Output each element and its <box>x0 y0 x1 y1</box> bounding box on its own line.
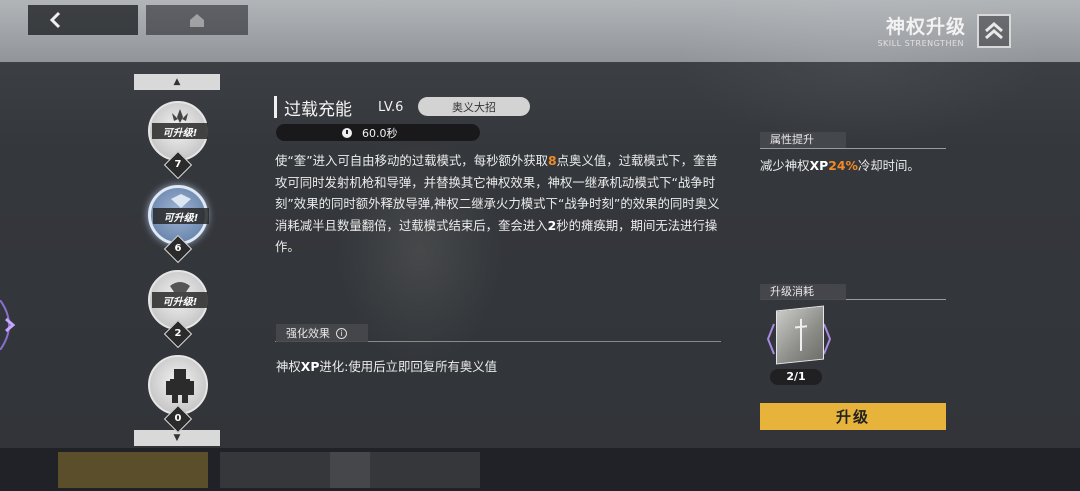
attribute-label: 属性提升 <box>760 132 846 148</box>
upgradable-tag: 可升级! <box>152 292 208 308</box>
skill-description: 使“奎”进入可自由移动的过载模式，每秒额外获取8点奥义值，过载模式下，奎普攻可同… <box>275 153 720 254</box>
cooldown-value: 60.0秒 <box>362 126 398 140</box>
enhancement-text: 神权XP进化:使用后立即回复所有奥义值 <box>276 359 498 374</box>
divider <box>760 148 946 149</box>
cost-item[interactable] <box>766 305 832 368</box>
cooldown-pill: 60.0秒 <box>276 124 480 141</box>
bold-number: 2 <box>547 217 557 233</box>
triangle-down-icon: ▼ <box>173 433 181 443</box>
upgradable-tag: 可升级! <box>152 123 208 139</box>
skill-name: 过载充能 <box>284 100 352 120</box>
bottom-tab-1[interactable] <box>58 452 208 488</box>
sword-emblem-icon <box>795 318 807 351</box>
shield-emblem-icon <box>171 194 191 208</box>
skill-level: LV.6 <box>378 100 404 115</box>
clock-icon <box>342 127 352 138</box>
bottom-tab-3[interactable] <box>330 452 480 488</box>
chevron-left-icon <box>49 11 61 29</box>
upgradable-tag: 可升级! <box>153 208 209 224</box>
scroll-up-button[interactable]: ▲ <box>134 74 220 90</box>
highlight-number: 8 <box>548 153 557 168</box>
skill-node-2[interactable]: 可升级! 6 <box>148 185 209 264</box>
triangle-up-icon: ▲ <box>173 77 181 87</box>
page-subtitle: SKILL STRENGTHEN <box>877 39 964 48</box>
enhancement-label: 强化效果 i <box>276 324 368 342</box>
book-item-icon <box>776 305 824 365</box>
skill-node-4[interactable]: 0 <box>148 355 208 434</box>
skill-node-3[interactable]: 可升级! 2 <box>148 270 208 349</box>
double-chevron-up-icon <box>985 22 1003 40</box>
skill-type-badge: 奥义大招 <box>418 97 530 116</box>
flame-emblem-icon <box>172 109 188 123</box>
home-icon <box>190 14 204 27</box>
side-expand-icon[interactable] <box>0 300 22 350</box>
cost-label: 升级消耗 <box>760 284 846 300</box>
home-button[interactable] <box>146 5 248 35</box>
cost-count: 2/1 <box>770 369 822 385</box>
emblem-icon <box>170 282 190 292</box>
robot-emblem-icon <box>166 369 194 403</box>
skill-node-1[interactable]: 可升级! 7 <box>148 101 208 180</box>
collapse-button[interactable] <box>977 14 1011 48</box>
attribute-text: 减少神权XP24%冷却时间。 <box>760 158 920 173</box>
back-button[interactable] <box>28 5 138 35</box>
upgrade-button[interactable]: 升级 <box>760 403 946 430</box>
info-icon[interactable]: i <box>336 327 347 339</box>
title-accent-bar <box>274 96 277 118</box>
page-title: 神权升级 <box>885 16 966 38</box>
